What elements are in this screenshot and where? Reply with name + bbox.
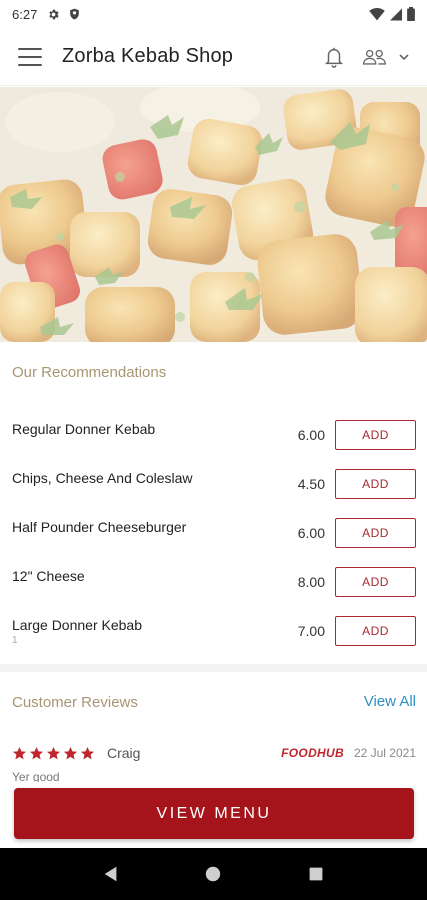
recommendations-title: Our Recommendations [12, 364, 167, 381]
item-name: Half Pounder Cheeseburger [12, 519, 187, 535]
battery-icon [407, 7, 415, 21]
recommendations-list: Regular Donner Kebab 6.00 ADD Chips, Che… [0, 412, 427, 657]
add-button[interactable]: ADD [335, 518, 416, 548]
signal-icon [390, 8, 402, 20]
list-item: Chips, Cheese And Coleslaw 4.50 ADD [0, 461, 427, 510]
star-icon [80, 746, 95, 759]
status-bar: 6:27 [0, 0, 427, 28]
add-button[interactable]: ADD [335, 469, 416, 499]
star-icon [12, 746, 27, 759]
bell-icon[interactable] [323, 45, 345, 69]
foodhub-logo: FOODHUB [281, 746, 344, 760]
account-switcher[interactable] [361, 48, 411, 66]
item-price: 4.50 [297, 476, 325, 492]
add-button[interactable]: ADD [335, 420, 416, 450]
star-icon [63, 746, 78, 759]
item-name: Large Donner Kebab [12, 617, 142, 633]
chevron-down-icon [399, 53, 409, 60]
wifi-icon [369, 7, 385, 20]
reviews-section: Customer Reviews View All Craig FOODHUB … [0, 672, 427, 782]
review-date: 22 Jul 2021 [353, 746, 416, 760]
menu-icon[interactable] [18, 47, 42, 66]
system-nav-bar [0, 848, 427, 900]
review-text: Yer good [12, 770, 60, 782]
add-button[interactable]: ADD [335, 616, 416, 646]
food-photo [0, 87, 427, 342]
group-icon [362, 49, 386, 65]
star-icon [29, 746, 44, 759]
item-subtext: 1 [12, 635, 18, 646]
home-icon[interactable] [193, 854, 233, 894]
page-title: Zorba Kebab Shop [62, 45, 234, 67]
list-item: Half Pounder Cheeseburger 6.00 ADD [0, 510, 427, 559]
item-name: Chips, Cheese And Coleslaw [12, 470, 193, 486]
item-price: 6.00 [297, 525, 325, 541]
recommendations-section: Our Recommendations Regular Donner Kebab… [0, 342, 427, 664]
recents-icon[interactable] [296, 854, 336, 894]
section-divider [0, 664, 427, 672]
view-all-link[interactable]: View All [364, 693, 416, 710]
cta-container: VIEW MENU [0, 782, 427, 848]
item-price: 7.00 [297, 623, 325, 639]
item-price: 8.00 [297, 574, 325, 590]
status-time: 6:27 [12, 6, 38, 22]
list-item: Large Donner Kebab 1 7.00 ADD [0, 608, 427, 657]
reviewer-name: Craig [107, 745, 141, 761]
shield-icon [70, 8, 80, 20]
item-name: Regular Donner Kebab [12, 421, 156, 437]
item-price: 6.00 [297, 427, 325, 443]
review-item: Craig FOODHUB 22 Jul 2021 [12, 742, 416, 764]
reviews-title: Customer Reviews [12, 694, 138, 711]
view-menu-button[interactable]: VIEW MENU [14, 788, 414, 839]
list-item: Regular Donner Kebab 6.00 ADD [0, 412, 427, 461]
star-rating [12, 746, 95, 761]
gear-icon [49, 9, 59, 19]
item-name: 12" Cheese [12, 568, 85, 584]
back-icon[interactable] [91, 854, 131, 894]
app-bar: Zorba Kebab Shop [0, 28, 427, 86]
hero-image [0, 87, 427, 342]
add-button[interactable]: ADD [335, 567, 416, 597]
list-item: 12" Cheese 8.00 ADD [0, 559, 427, 608]
star-icon [46, 746, 61, 759]
